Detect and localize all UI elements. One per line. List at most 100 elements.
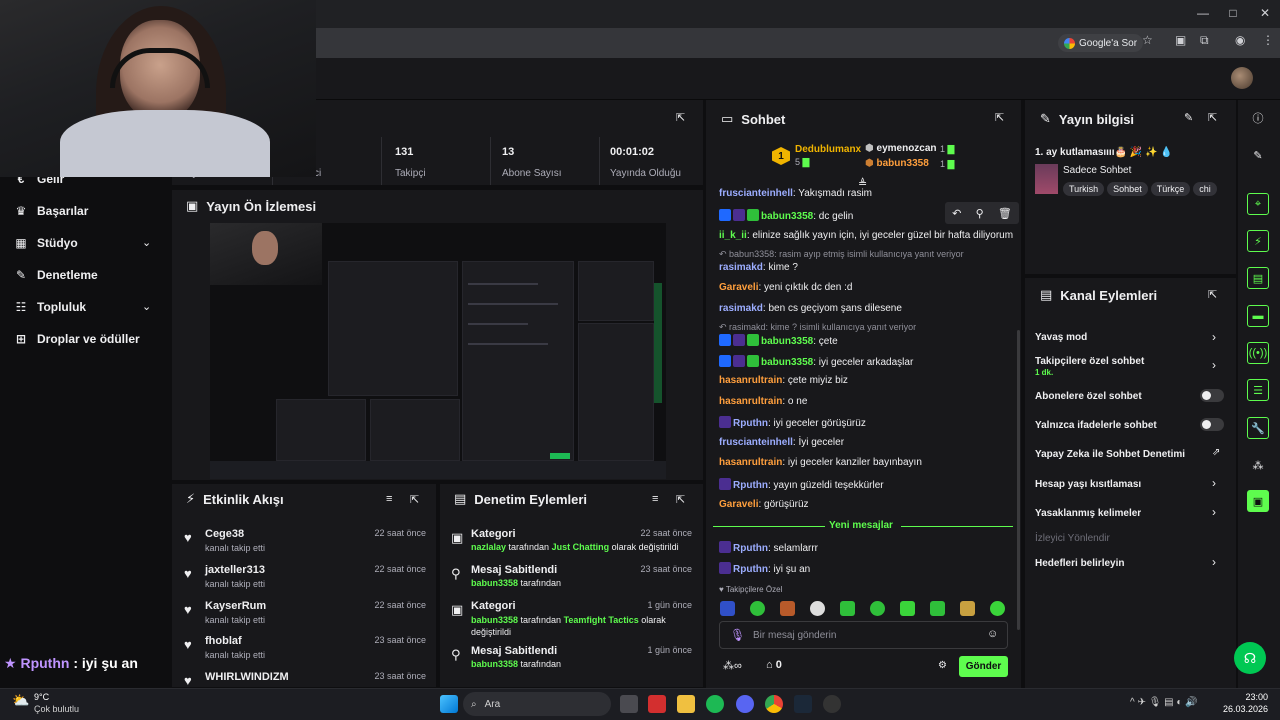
set-goals-item[interactable]: Hedefleri belirleyin (1035, 558, 1124, 569)
popout-icon[interactable]: ⇱ (1208, 288, 1217, 301)
audit-user[interactable]: babun3358 (471, 659, 518, 669)
event-user[interactable]: WHIRLWINDIZM (205, 671, 289, 683)
event-user[interactable]: KayserRum (205, 600, 266, 612)
subscriber-badge-icon[interactable] (733, 209, 745, 221)
taskbar-time[interactable]: 23:00 (1230, 692, 1268, 702)
chat-message[interactable]: babun3358: çete (719, 334, 838, 347)
chrome-icon[interactable] (765, 695, 783, 713)
external-link-icon[interactable]: ⇗ (1212, 447, 1220, 458)
chat-username[interactable]: rasimakd (719, 303, 763, 314)
edit-icon[interactable]: ✎ (1247, 144, 1269, 166)
chat-username[interactable]: hasanrultrain (719, 375, 782, 386)
popout-icon[interactable]: ⇱ (1208, 111, 1217, 124)
emote-badge-icon[interactable] (747, 209, 759, 221)
system-tray-icons[interactable]: ^ ✈ 🎙 ▤ ◐ 🔊 (1130, 697, 1198, 708)
moderator-badge-icon[interactable] (719, 209, 731, 221)
subscriber-badge-icon[interactable] (733, 334, 745, 346)
account-age-item[interactable]: Hesap yaşı kısıtlaması (1035, 479, 1141, 490)
chat-username[interactable]: fruscianteinhell (719, 437, 793, 448)
chat-username[interactable]: Garaveli (719, 499, 758, 510)
nav-item-droplar[interactable]: ⊞ Droplar ve ödüller (14, 332, 140, 346)
emoji-icon[interactable]: ☺ (987, 628, 998, 640)
category-box-art[interactable] (1035, 164, 1058, 194)
chat-message[interactable]: rasimakd: ben cs geçiyom şans dilesene (719, 303, 902, 314)
popout-icon[interactable]: ⇱ (995, 111, 1004, 124)
nav-item-basarilar[interactable]: ♛ Başarılar (14, 204, 89, 218)
chat-message[interactable]: Rputhn: iyi şu an (719, 562, 810, 575)
edit-pencil-icon[interactable]: ✎ (1184, 111, 1193, 124)
community-icon[interactable]: ⁂ (1247, 454, 1269, 476)
chat-bubble-icon[interactable]: ▬ (1247, 305, 1269, 327)
chat-message[interactable]: fruscianteinhell: İyi geceler (719, 437, 844, 448)
subscriber-badge-icon[interactable] (733, 355, 745, 367)
bookmark-star-icon[interactable]: ☆ (1142, 33, 1153, 47)
layout-icon[interactable]: ☰ (1247, 379, 1269, 401)
info-icon[interactable]: ⓘ (1247, 107, 1269, 129)
pin-icon[interactable]: ⚲ (976, 207, 984, 220)
chevron-right-icon[interactable]: › (1212, 476, 1216, 490)
microphone-icon[interactable]: 🎙 (730, 628, 745, 642)
close-window-button[interactable]: ✕ (1250, 6, 1280, 20)
stream-preview-video[interactable] (210, 223, 666, 479)
chat-message[interactable]: Garaveli: görüşürüz (719, 499, 809, 510)
pdf-app-icon[interactable] (648, 695, 666, 713)
emote[interactable] (900, 601, 915, 616)
points-display[interactable]: ⌂ 0 (766, 659, 782, 671)
tag[interactable]: Türkçe (1150, 182, 1191, 196)
chat-message[interactable]: ii_k_ii: elinize sağlık yayın için, iyi … (719, 230, 1013, 241)
audit-user[interactable]: babun3358 (471, 578, 518, 588)
leaderboard-second[interactable]: ⬢ eymenozcan (865, 143, 937, 154)
emote[interactable] (990, 601, 1005, 616)
popout-icon[interactable]: ⇱ (676, 111, 685, 124)
wrench-icon[interactable]: 🔧 (1247, 417, 1269, 439)
help-button[interactable]: ☊ (1234, 642, 1266, 674)
audit-user[interactable]: babun3358 (471, 615, 518, 625)
emote-only-toggle[interactable] (1200, 418, 1224, 431)
event-user[interactable]: jaxteller313 (205, 564, 265, 576)
emote[interactable] (720, 601, 735, 616)
tag[interactable]: chi (1193, 182, 1217, 196)
emote[interactable] (960, 601, 975, 616)
chevron-right-icon[interactable]: › (1212, 555, 1216, 569)
tag[interactable]: Turkish (1063, 182, 1105, 196)
obs-icon[interactable] (823, 695, 841, 713)
chat-message[interactable]: hasanrultrain: çete miyiz biz (719, 375, 848, 386)
chat-message[interactable]: fruscianteinhell: Yakışmadı rasim (719, 188, 872, 199)
chat-username[interactable]: Rputhn (733, 480, 768, 491)
emote[interactable] (840, 601, 855, 616)
ai-moderation-item[interactable]: Yapay Zeka ile Sohbet Denetimi (1035, 449, 1185, 460)
moderator-badge-icon[interactable] (719, 334, 731, 346)
chat-username[interactable]: babun3358 (761, 357, 813, 368)
taskbar-date[interactable]: 26.03.2026 (1200, 704, 1268, 714)
chevron-right-icon[interactable]: › (1212, 330, 1216, 344)
followers-only-item[interactable]: Takipçilere özel sohbet (1035, 356, 1144, 367)
profile-icon[interactable]: ◉ (1235, 33, 1245, 47)
menu-kebab-icon[interactable]: ⋮ (1262, 33, 1274, 47)
chat-scrollbar[interactable] (1017, 330, 1020, 630)
file-explorer-icon[interactable] (677, 695, 695, 713)
subscribers-only-toggle[interactable] (1200, 389, 1224, 402)
chevron-down-icon[interactable]: ⌄ (142, 300, 151, 313)
taskbar-search[interactable]: ⌕ Ara (463, 692, 611, 716)
emote[interactable] (780, 601, 795, 616)
subscriber-badge-icon[interactable] (719, 562, 731, 574)
nav-item-studyo[interactable]: ▦ Stüdyo (14, 236, 77, 250)
chat-message[interactable]: Rputhn: selamlarrr (719, 541, 818, 554)
chat-username[interactable]: Garaveli (719, 282, 758, 293)
emote-badge-icon[interactable] (747, 334, 759, 346)
chat-username[interactable]: hasanrultrain (719, 396, 782, 407)
chevron-down-icon[interactable]: ⌄ (142, 236, 151, 249)
chat-username[interactable]: Rputhn (733, 543, 768, 554)
minimize-button[interactable]: — (1188, 6, 1218, 20)
audit-target[interactable]: Teamfight Tactics (564, 615, 639, 625)
puzzle-icon[interactable]: ⧉ (1200, 33, 1209, 48)
leaderboard-first-name[interactable]: Dedublumanx (795, 144, 861, 155)
chat-message[interactable]: Rputhn: iyi geceler görüşürüz (719, 416, 866, 429)
popout-icon[interactable]: ⇱ (410, 493, 419, 506)
lightning-icon[interactable]: ⚡ (1247, 230, 1269, 252)
emote[interactable] (930, 601, 945, 616)
extension-icon[interactable]: ▣ (1247, 490, 1269, 512)
category-name[interactable]: Sadece Sohbet (1063, 165, 1131, 176)
reply-icon[interactable]: ↶ (952, 207, 961, 220)
discord-icon[interactable] (736, 695, 754, 713)
